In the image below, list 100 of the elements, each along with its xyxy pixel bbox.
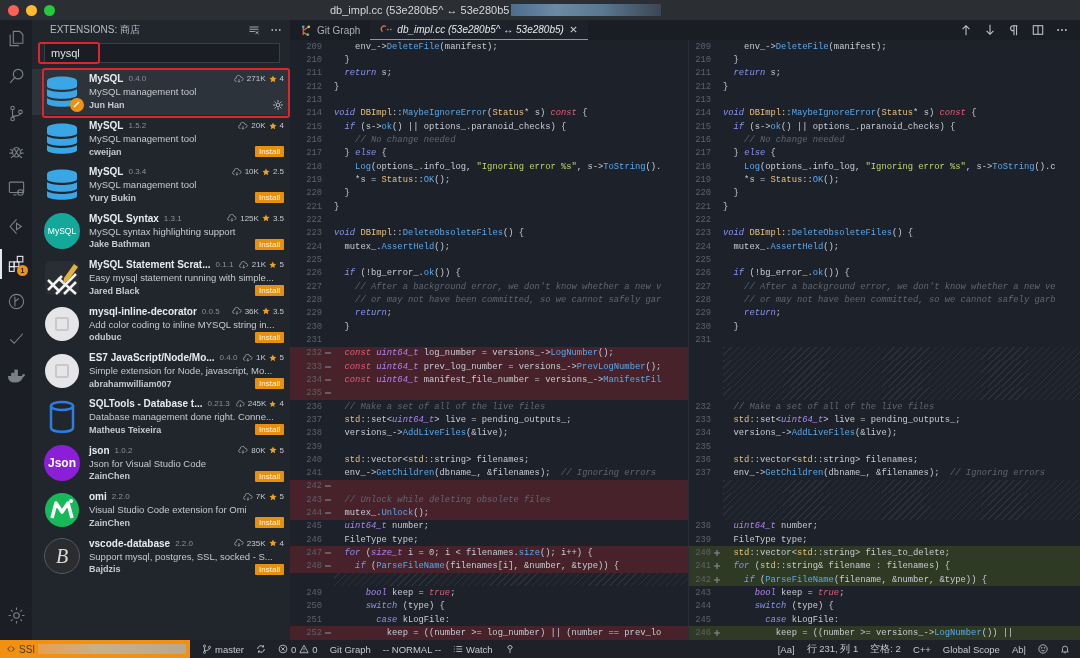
remote-status[interactable]: SSI <box>0 640 190 658</box>
line-number: 225 <box>694 254 711 265</box>
code-line: if (ParseFileName(filename, &number, &type)) { <box>743 574 987 585</box>
arrow-up-icon[interactable] <box>960 24 972 36</box>
close-window-icon[interactable] <box>8 4 19 16</box>
star-icon <box>261 214 270 223</box>
extension-version: 2.2.0 <box>111 492 130 502</box>
extension-item[interactable]: Json json 1.0.2 80K 5 Json for Visual Studio Code ZainChen Install <box>32 440 290 487</box>
branch-icon <box>202 644 212 654</box>
line-number: 224 <box>694 241 711 252</box>
status-item[interactable]: Git Graph <box>329 643 371 655</box>
code-line: env_->GetChildren(dbname_, &filenames); // Ignoring errors <box>343 468 657 479</box>
extension-item[interactable]: MySQL 0.4.0 271K 4 MySQL management tool Jun Han <box>32 69 290 116</box>
code-line: FileType type; <box>732 534 808 545</box>
star-icon <box>268 74 277 83</box>
sync-icon[interactable] <box>256 644 267 654</box>
rating: 2.5 <box>272 167 284 177</box>
status-item[interactable]: C++ <box>912 643 931 655</box>
code-line: case kLogFile: <box>764 614 840 625</box>
status-item[interactable]: -- NORMAL -- <box>382 643 442 655</box>
download-icon <box>233 539 244 548</box>
extension-name: MySQL <box>89 166 124 178</box>
extension-description: Support mysql, postgres, SSL, socked - S... <box>89 550 274 562</box>
line-number: 250 <box>305 601 322 612</box>
pilcrow-icon[interactable] <box>1008 24 1020 36</box>
split-editor-icon[interactable] <box>1032 24 1044 36</box>
line-number: 244 <box>305 508 322 519</box>
extension-author: Matheus Teixeira <box>89 424 162 435</box>
settings-icon[interactable] <box>272 99 284 112</box>
line-number: 236 <box>694 454 711 465</box>
extension-item[interactable]: omi 2.2.0 7K 5 Visual Studio Code extension for Omi ZainChen Install <box>32 486 290 533</box>
filter-list-icon[interactable] <box>248 24 260 36</box>
minus-icon <box>325 630 331 637</box>
download-count: 10K <box>244 167 259 177</box>
line-number: 248 <box>305 561 322 572</box>
extension-item[interactable]: MySQL Statement Scrat... 0.1.1 21K 5 Easy mysql statement running with simple... Jared Black Install <box>32 254 290 301</box>
status-item[interactable]: Ab| <box>1011 643 1026 655</box>
editor-tab[interactable]: Git Graph <box>290 20 371 40</box>
line-number: 216 <box>694 134 711 145</box>
rating: 5 <box>279 260 284 270</box>
line-number: 212 <box>305 81 322 92</box>
smiley-icon[interactable] <box>1038 644 1048 654</box>
extension-item[interactable]: MySQL 0.3.4 10K 2.5 MySQL management tool Yury Bukin Install <box>32 161 290 209</box>
line-number: 243 <box>694 588 711 599</box>
problems-status[interactable]: 0 0 <box>278 643 318 655</box>
star-icon <box>269 260 277 269</box>
code-line: std::vector<std::string> files_to_delete; <box>732 548 951 559</box>
code-line: } <box>732 188 739 199</box>
arrow-down-icon[interactable] <box>984 24 996 36</box>
maximize-window-icon[interactable] <box>44 4 55 16</box>
plus-icon <box>714 563 720 570</box>
line-number: 224 <box>305 241 322 252</box>
extension-item[interactable]: MySQL 1.5.2 20K 4 MySQL management tool cweijan Install <box>32 115 290 162</box>
branch-status[interactable]: master <box>202 643 245 655</box>
download-icon <box>233 74 244 83</box>
editor-tab[interactable]: db_impl.cc (53e280b5^ ↔ 53e280b5) <box>370 20 588 40</box>
line-number: 249 <box>305 588 322 599</box>
extension-version: 0.21.3 <box>207 399 230 409</box>
remote-icon <box>6 644 16 654</box>
extension-item[interactable]: B vscode-database 2.2.0 235K 4 Support mysql, postgres, SSL, socked - S... Bajdzis Install <box>32 532 290 580</box>
code-line: std::vector<std::string> filenames; <box>343 454 530 465</box>
search-field[interactable]: mysql <box>44 43 280 63</box>
download-count: 235K <box>246 538 266 548</box>
extension-author: ZainChen <box>89 471 130 482</box>
code-line: // After a background error, we don't know whether a new v <box>354 281 662 292</box>
settings-icon[interactable] <box>6 605 26 625</box>
extension-description: Simple extension for Node, javascript, Mo... <box>89 365 274 377</box>
line-number: 240 <box>694 548 711 559</box>
bell-icon[interactable] <box>1060 644 1070 654</box>
extension-item[interactable]: MySQL MySQL Syntax 1.3.1 125K 3.5 MySQL syntax highlighting support Jake Bathman Install <box>32 208 290 255</box>
status-item[interactable]: Global Scope <box>942 643 1000 655</box>
plus-icon <box>714 630 720 637</box>
code-line: uint64_t number; <box>732 521 819 532</box>
download-icon <box>243 353 254 362</box>
git-graph-icon[interactable] <box>6 291 26 311</box>
extension-name: MySQL <box>89 120 124 132</box>
code-line: env_->DeleteFile(manifest); <box>743 41 887 52</box>
extensions-icon[interactable] <box>6 254 26 274</box>
code-line: if (s->ok() || options_.paranoid_checks) { <box>732 121 956 132</box>
close-icon[interactable] <box>568 25 578 34</box>
status-item[interactable]: [Aa] <box>777 643 795 655</box>
extension-version: 1.3.1 <box>163 213 182 223</box>
line-number: 236 <box>305 401 322 412</box>
star-icon <box>269 399 277 408</box>
extension-author: Jun Han <box>89 100 125 111</box>
download-icon <box>238 446 249 455</box>
extension-item[interactable]: ES7 JavaScript/Node/Mo... 0.4.0 1K 5 Simple extension for Node, javascript, Mo... abrahamwilliam007 Install <box>32 347 290 394</box>
extension-item[interactable]: mysql-inline-decorator 0.0.5 36K 3.5 Add color coding to inline MYSQL string in... odubuc Install <box>32 300 290 348</box>
status-item[interactable]: 行 231, 列 1 <box>806 642 859 656</box>
remote-icon[interactable] <box>6 179 26 199</box>
extension-item[interactable]: SQLTools - Database t... 0.21.3 245K 4 Database management done right. Conne... Matheus Teixeira Install <box>32 393 290 441</box>
code-line: } <box>723 81 729 92</box>
line-number: 227 <box>305 281 322 292</box>
rating: 4 <box>279 538 284 548</box>
pin-icon[interactable] <box>504 644 515 654</box>
code-line: void DBImpl::MaybeIgnoreError(Status* s) const { <box>334 108 588 119</box>
code-line: // Unlock while deleting obsolete files <box>343 494 551 505</box>
minimize-window-icon[interactable] <box>26 4 37 16</box>
status-item[interactable]: 空格: 2 <box>870 642 901 656</box>
watch-status[interactable]: Watch <box>453 643 493 655</box>
